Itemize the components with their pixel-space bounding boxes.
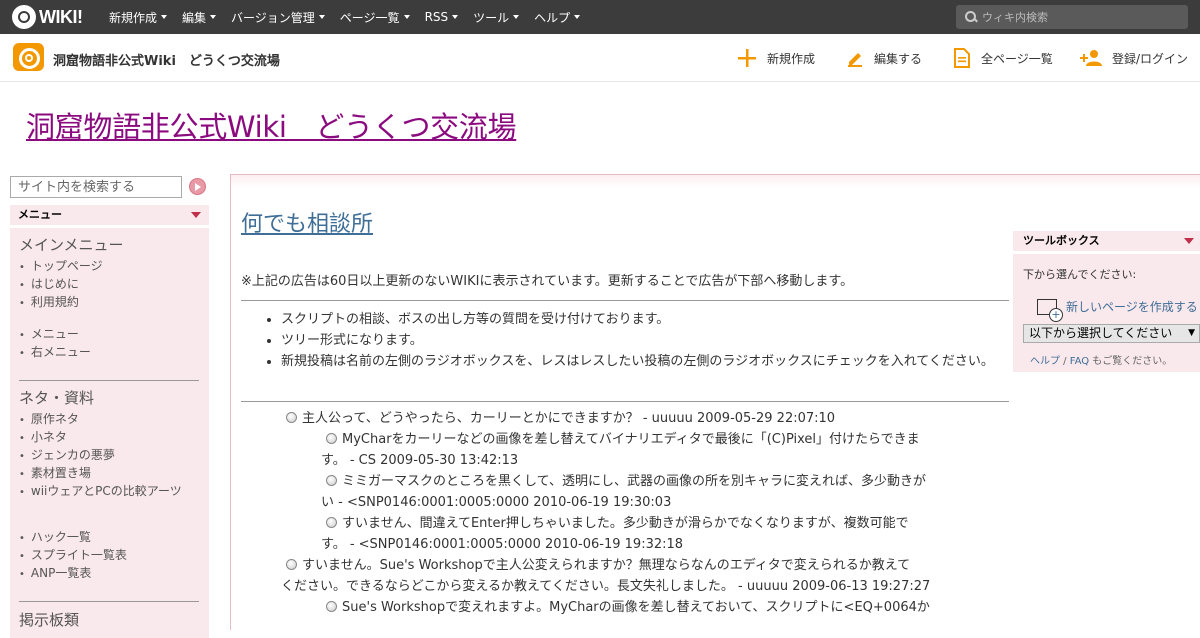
topnav-tools[interactable]: ツール <box>473 9 520 26</box>
chevron-down-icon <box>513 15 520 19</box>
new-page-icon <box>1037 298 1063 322</box>
content-top-band <box>230 174 1200 188</box>
plus-icon <box>738 49 756 67</box>
menu-item[interactable]: ハック一覧 <box>19 528 91 545</box>
divider <box>241 401 1009 402</box>
tool-select[interactable]: 以下から選択してください <box>1023 324 1200 343</box>
chevron-down-icon <box>403 15 410 19</box>
menu-item[interactable]: はじめに <box>19 275 79 292</box>
list-item: 新規投稿は名前の左側のラジオボックスを、レスはレスしたい投稿の左側のラジオボック… <box>281 351 1011 372</box>
list-item: スクリプトの相談、ボスの出し方等の質問を受け付けております。 <box>281 309 1011 330</box>
menu-item[interactable]: 利用規約 <box>19 293 79 310</box>
menu-body: メインメニュー トップページ はじめに 利用規約 メニュー 右メニュー ネタ・資… <box>10 228 209 638</box>
menu-item[interactable]: wiiウェアとPCの比較アーツ <box>19 482 182 499</box>
topnav-version[interactable]: バージョン管理 <box>231 9 325 26</box>
wiki-title-link[interactable]: 洞窟物語非公式Wiki どうくつ交流場 <box>26 104 517 146</box>
menu-divider <box>19 380 199 381</box>
reply-radio[interactable] <box>326 433 337 444</box>
menu-item[interactable]: トップページ <box>19 257 103 274</box>
thread-post: Sue's Workshopで変えれますよ。MyCharの画像を差し替えておいて… <box>326 597 1006 618</box>
menu-item[interactable]: ANP一覧表 <box>19 564 91 581</box>
new-page-link[interactable]: 新しいページを作成する <box>1037 298 1198 322</box>
topbar-nav: 新規作成 編集 バージョン管理 ページ一覧 RSS ツール ヘルプ <box>109 0 595 34</box>
topnav-new[interactable]: 新規作成 <box>109 9 168 26</box>
reply-radio[interactable] <box>326 475 337 486</box>
menu-item[interactable]: ジェンカの悪夢 <box>19 446 115 463</box>
thread-post: ミミガーマスクのところを黒くして、透明にし、武器の画像の所を別キャラに変えれば、… <box>321 474 926 510</box>
toolbox-help: ヘルプ / FAQ もご覧ください。 <box>1030 356 1173 367</box>
chevron-down-icon <box>452 15 459 19</box>
thread-post: 主人公って、どうやったら、カーリーとかにできますか？ - uuuuu 2009-… <box>286 408 835 429</box>
chevron-down-icon <box>318 15 325 19</box>
wiki-search-box <box>956 5 1188 29</box>
menu-item[interactable]: スプライト一覧表 <box>19 546 127 563</box>
menu-item[interactable]: メニュー <box>19 325 79 342</box>
all-pages-action[interactable]: 全ページ一覧 <box>953 34 1053 82</box>
document-icon <box>954 48 970 68</box>
main-content: 何でも相談所 ※上記の広告は60日以上更新のないWIKIに表示されています。更新… <box>230 188 1020 630</box>
help-link[interactable]: ヘルプ <box>1030 356 1060 367</box>
menu-section-title: ネタ・資料 <box>19 389 95 407</box>
wiki-search-input[interactable] <box>982 10 1182 24</box>
reply-radio[interactable] <box>326 517 337 528</box>
list-item: ツリー形式になります。 <box>281 330 1011 351</box>
login-action[interactable]: 登録/ログイン <box>1080 34 1188 82</box>
page-title[interactable]: 何でも相談所 <box>241 206 373 238</box>
collapse-icon[interactable] <box>191 212 201 218</box>
chevron-down-icon <box>161 15 168 19</box>
menu-item[interactable]: 小ネタ <box>19 428 67 445</box>
divider <box>241 300 1009 301</box>
search-icon[interactable] <box>964 10 978 24</box>
toolbox-label: 下から選んでください: <box>1023 268 1137 281</box>
add-user-icon <box>1080 50 1102 66</box>
reply-radio[interactable] <box>326 601 337 612</box>
site-search-input[interactable] <box>10 176 182 198</box>
new-page-action[interactable]: 新規作成 <box>737 34 815 82</box>
search-go-icon[interactable] <box>189 178 206 195</box>
toolbox-body: 下から選んでください: 新しいページを作成する 以下から選択してください ヘルプ… <box>1013 254 1200 372</box>
rules-list: スクリプトの相談、ボスの出し方等の質問を受け付けております。 ツリー形式になりま… <box>281 309 1011 372</box>
menu-item[interactable]: 原作ネタ <box>19 410 79 427</box>
site-header: 洞窟物語非公式Wiki どうくつ交流場 新規作成 編集する 全ページ一覧 登録/… <box>0 34 1200 82</box>
toolbox-header[interactable]: ツールボックス <box>1013 231 1200 251</box>
menu-item[interactable]: 右メニュー <box>19 343 91 360</box>
collapse-icon[interactable] <box>1184 238 1194 244</box>
edit-action[interactable]: 編集する <box>846 34 922 82</box>
thread-post: すいません。Sue's Workshopで主人公変えられますか？無理ならなんのエ… <box>281 558 931 594</box>
topnav-rss[interactable]: RSS <box>425 10 459 24</box>
global-topbar: WIKI! 新規作成 編集 バージョン管理 ページ一覧 RSS ツール ヘルプ <box>0 0 1200 34</box>
thread-post: MyCharをカーリーなどの画像を差し替えてバイナリエディタで最後に「(C)Pi… <box>321 432 920 468</box>
at-logo-icon <box>12 5 36 29</box>
menu-divider <box>19 601 199 602</box>
pencil-icon <box>848 53 862 67</box>
site-logo-icon[interactable] <box>13 43 44 71</box>
site-name[interactable]: 洞窟物語非公式Wiki どうくつ交流場 <box>53 50 280 69</box>
ad-notice: ※上記の広告は60日以上更新のないWIKIに表示されています。更新することで広告… <box>241 274 854 289</box>
faq-link[interactable]: FAQ <box>1070 356 1089 367</box>
menu-item[interactable]: 素材置き場 <box>19 464 91 481</box>
menu-section-title: 掲示板類 <box>19 611 80 629</box>
chevron-down-icon <box>574 15 581 19</box>
topnav-help[interactable]: ヘルプ <box>534 9 581 26</box>
chevron-down-icon <box>210 15 217 19</box>
topnav-edit[interactable]: 編集 <box>182 9 217 26</box>
menu-section-title: メインメニュー <box>19 236 124 254</box>
menu-header[interactable]: メニュー <box>10 205 209 225</box>
atwiki-logo[interactable]: WIKI! <box>12 5 83 29</box>
reply-radio[interactable] <box>286 559 297 570</box>
thread-post: すいません、間違えてEnter押しちゃいました。多少動きが滑らかでなくなりますが… <box>321 516 909 552</box>
topnav-pages[interactable]: ページ一覧 <box>340 9 410 26</box>
reply-radio[interactable] <box>286 412 297 423</box>
